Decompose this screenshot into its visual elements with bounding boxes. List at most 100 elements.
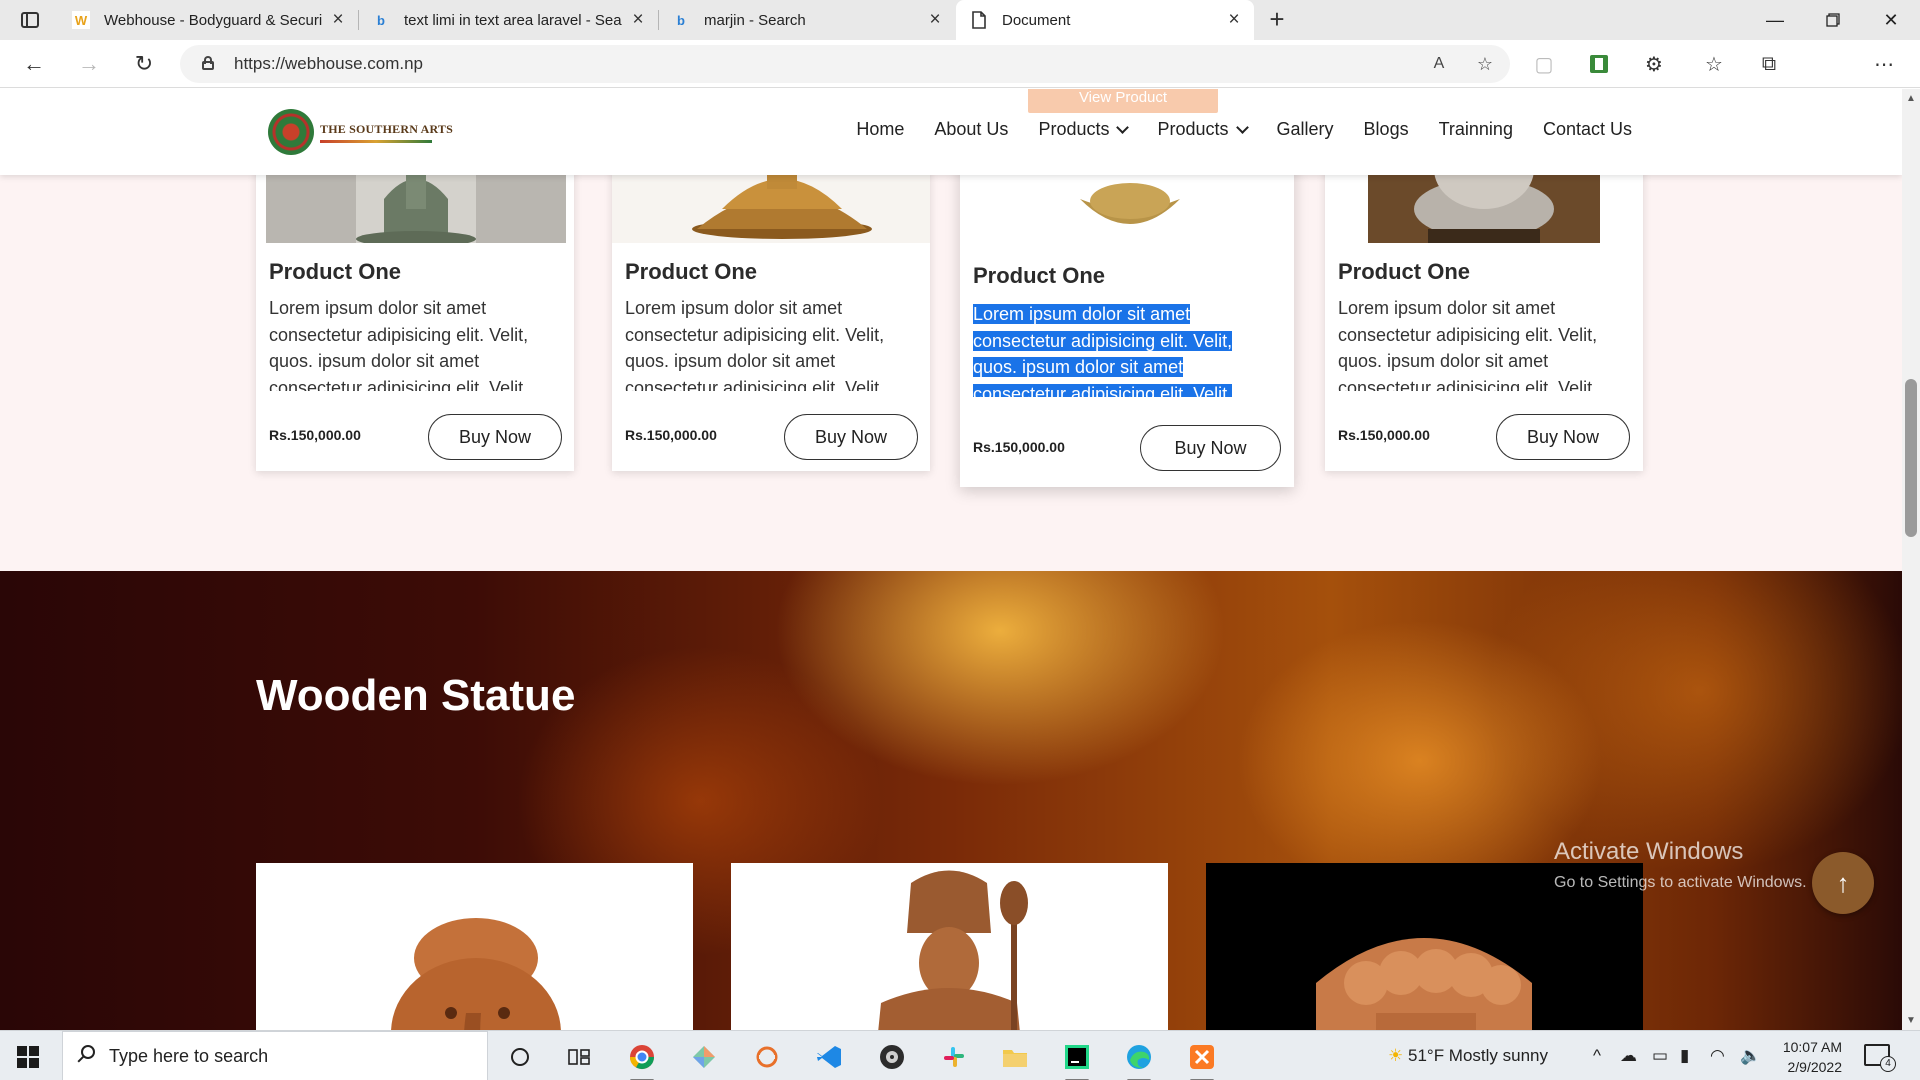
pycharm-icon[interactable] xyxy=(1060,1040,1094,1080)
media-player-icon[interactable] xyxy=(875,1040,909,1074)
weather-text: 51°F Mostly sunny xyxy=(1407,1046,1549,1065)
nav-products-dropdown-2[interactable]: Products xyxy=(1157,119,1249,140)
chrome-icon[interactable] xyxy=(625,1040,659,1080)
search-icon xyxy=(77,1045,95,1063)
product-description-selected: Lorem ipsum dolor sit amet consectetur a… xyxy=(973,301,1273,397)
buy-now-button[interactable]: Buy Now xyxy=(784,414,918,460)
vscode-icon[interactable] xyxy=(812,1040,846,1074)
tab-text-limit-search[interactable]: b text limi in text area laravel - Sea × xyxy=(358,0,658,40)
statue-image-ganesha[interactable] xyxy=(256,863,693,1030)
windows-start-icon[interactable] xyxy=(17,1046,39,1068)
buy-now-button[interactable]: Buy Now xyxy=(1140,425,1281,471)
close-icon[interactable]: × xyxy=(326,8,350,32)
main-nav: Home About Us Products Products Gallery … xyxy=(856,119,1632,140)
arrow-up-icon: ↑ xyxy=(1836,867,1850,898)
refresh-icon[interactable]: ↻ xyxy=(128,50,160,78)
close-icon[interactable]: × xyxy=(626,8,650,32)
close-icon[interactable]: × xyxy=(923,8,947,32)
bing-icon: b xyxy=(677,12,685,28)
close-window-icon[interactable]: ✕ xyxy=(1862,0,1920,40)
tab-actions-icon[interactable] xyxy=(18,9,42,31)
activate-windows-watermark: Activate Windows Go to Settings to activ… xyxy=(1554,838,1807,892)
address-bar: ← → ↻ https://webhouse.com.np A ☆ ▢ ⚙ ☆ … xyxy=(0,40,1920,118)
tab-webhouse[interactable]: W Webhouse - Bodyguard & Securi × xyxy=(58,0,358,40)
notification-badge: 4 xyxy=(1880,1056,1896,1072)
weather-widget[interactable]: ☀ 51°F Mostly sunny xyxy=(1388,1046,1548,1066)
product-price: Rs.150,000.00 xyxy=(1338,427,1430,443)
extension-placeholder-icon[interactable]: ▢ xyxy=(1528,50,1560,78)
device-icon[interactable]: ▭ xyxy=(1652,1046,1668,1066)
url-field[interactable]: https://webhouse.com.np A ☆ xyxy=(180,45,1510,83)
cortana-icon[interactable] xyxy=(503,1040,537,1074)
extension-green-icon[interactable] xyxy=(1583,50,1615,78)
new-tab-button[interactable]: + xyxy=(1263,6,1291,34)
wifi-icon[interactable]: ◠ xyxy=(1710,1046,1725,1066)
tab-document[interactable]: Document × xyxy=(956,0,1254,40)
chevron-down-icon xyxy=(1116,120,1130,134)
close-icon[interactable]: × xyxy=(1222,8,1246,32)
task-view-icon[interactable] xyxy=(562,1040,596,1074)
collections-icon[interactable]: ⧉ xyxy=(1753,50,1785,78)
edge-icon[interactable] xyxy=(1122,1040,1156,1080)
xampp-icon[interactable] xyxy=(1185,1040,1219,1080)
clock-date: 2/9/2022 xyxy=(1787,1059,1843,1075)
back-icon[interactable]: ← xyxy=(18,50,50,78)
document-icon xyxy=(970,11,988,29)
back-to-top-button[interactable]: ↑ xyxy=(1812,852,1874,914)
forward-icon[interactable]: → xyxy=(73,50,105,78)
tab-title: Document xyxy=(1002,11,1071,29)
product-description: Lorem ipsum dolor sit amet consectetur a… xyxy=(269,298,529,391)
system-clock[interactable]: 10:07 AM 2/9/2022 xyxy=(1778,1037,1842,1077)
windows-taskbar: Type here to search ☀ 51°F Mostly sunny … xyxy=(0,1030,1920,1080)
scrollbar-thumb[interactable] xyxy=(1905,379,1917,537)
page-scrollbar[interactable]: ▲ ▼ xyxy=(1902,89,1920,1030)
nav-about-us[interactable]: About Us xyxy=(934,119,1008,140)
favorite-add-icon[interactable]: ☆ xyxy=(1472,52,1498,76)
product-name[interactable]: Product One xyxy=(973,263,1105,289)
tab-title: Webhouse - Bodyguard & Securi xyxy=(104,11,323,29)
url-text[interactable]: https://webhouse.com.np xyxy=(234,54,423,74)
nav-trainning[interactable]: Trainning xyxy=(1439,119,1513,140)
slack-icon[interactable] xyxy=(937,1040,971,1074)
favorites-icon[interactable]: ☆ xyxy=(1698,50,1730,78)
section-title: Wooden Statue xyxy=(256,671,576,720)
eclipse-icon[interactable] xyxy=(750,1040,784,1074)
restore-icon[interactable] xyxy=(1804,0,1862,40)
onedrive-icon[interactable]: ☁ xyxy=(1620,1046,1637,1066)
nav-label: Trainning xyxy=(1438,119,1513,139)
nav-gallery[interactable]: Gallery xyxy=(1277,119,1334,140)
statue-image-deity[interactable] xyxy=(731,863,1168,1030)
scroll-up-icon[interactable]: ▲ xyxy=(1906,93,1916,104)
file-explorer-icon[interactable] xyxy=(998,1040,1032,1074)
notification-center-icon[interactable]: 4 xyxy=(1864,1044,1896,1072)
site-header: THE SOUTHERN ARTS Home About Us Products… xyxy=(0,89,1902,175)
scroll-down-icon[interactable]: ▼ xyxy=(1906,1015,1916,1026)
tab-title: text limi in text area laravel - Sea xyxy=(404,11,622,29)
tab-marjin-search[interactable]: b marjin - Search × xyxy=(658,0,955,40)
nav-contact-us[interactable]: Contact Us xyxy=(1543,119,1632,140)
product-name[interactable]: Product One xyxy=(1338,259,1470,285)
app-diamond-icon[interactable] xyxy=(687,1040,721,1074)
buy-now-button[interactable]: Buy Now xyxy=(1496,414,1630,460)
view-product-label[interactable]: View Product xyxy=(1028,89,1218,113)
minimize-icon[interactable]: — xyxy=(1746,0,1804,40)
show-hidden-icons-icon[interactable]: ^ xyxy=(1593,1046,1601,1066)
bing-icon: b xyxy=(377,12,385,28)
more-menu-icon[interactable]: ⋯ xyxy=(1868,50,1900,78)
buy-now-button[interactable]: Buy Now xyxy=(428,414,562,460)
volume-icon[interactable]: 🔈 xyxy=(1740,1046,1761,1066)
product-name[interactable]: Product One xyxy=(625,259,757,285)
taskbar-search-box[interactable]: Type here to search xyxy=(62,1031,488,1080)
nav-products-dropdown[interactable]: Products xyxy=(1038,119,1130,140)
site-logo[interactable]: THE SOUTHERN ARTS xyxy=(268,109,453,155)
read-aloud-icon[interactable]: A xyxy=(1426,52,1452,76)
nav-blogs[interactable]: Blogs xyxy=(1364,119,1409,140)
nav-label: Home xyxy=(856,119,905,139)
extensions-icon[interactable]: ⚙ xyxy=(1638,50,1670,78)
product-description: Lorem ipsum dolor sit amet consectetur a… xyxy=(1338,298,1598,391)
nav-label: Contact Us xyxy=(1542,119,1632,139)
battery-icon[interactable]: ▮ xyxy=(1680,1046,1689,1066)
product-price: Rs.150,000.00 xyxy=(269,427,361,443)
nav-home[interactable]: Home xyxy=(856,119,904,140)
product-name[interactable]: Product One xyxy=(269,259,401,285)
